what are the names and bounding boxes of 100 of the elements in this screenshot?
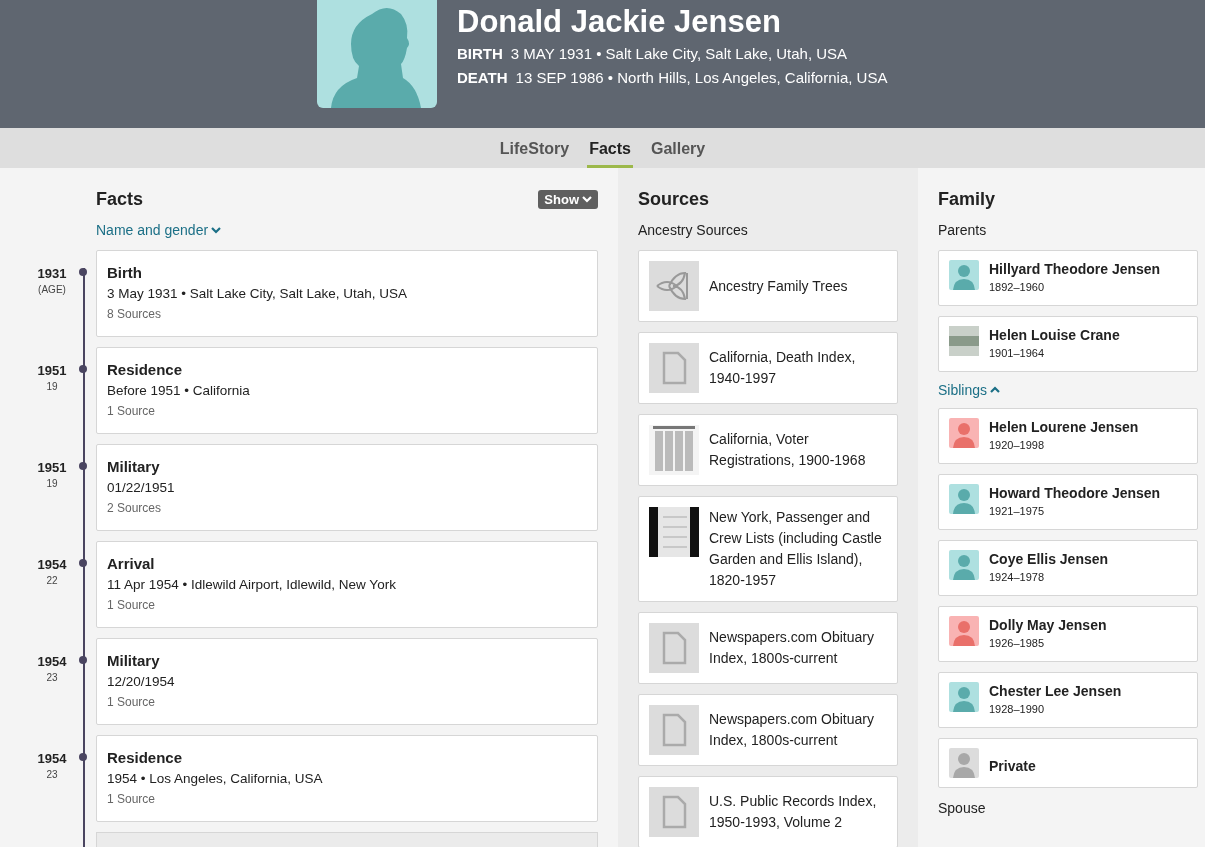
record-scan-thumbnail <box>649 507 699 557</box>
fact-title: Birth <box>107 263 143 283</box>
source-title: Newspapers.com Obituary Index, 1800s-current <box>709 710 875 750</box>
fact-detail: 12/20/1954 <box>107 673 176 691</box>
source-card[interactable]: California, Death Index, 1940-1997 <box>638 332 898 404</box>
fact-age: 23 <box>46 769 58 780</box>
fact-year: 1951 <box>37 460 67 475</box>
photo-placeholder <box>949 326 979 356</box>
source-count: 1 Source <box>107 597 157 614</box>
timeline-dot <box>79 656 87 664</box>
document-icon <box>649 623 699 673</box>
source-title: New York, Passenger and Crew Lists (including Castle Garden and Ellis Island), 1820-1957 <box>709 508 883 590</box>
male-avatar-icon <box>949 484 979 514</box>
nav-tab[interactable]: Gallery <box>648 128 708 168</box>
family-member-card[interactable]: Helen Lourene Jensen 1920–1998 <box>938 408 1198 464</box>
source-title: California, Death Index, 1940-1997 <box>709 348 857 388</box>
source-count: 8 Sources <box>107 306 163 323</box>
section-subtitle: Ancestry Sources <box>638 222 749 238</box>
chevron-down-icon <box>582 195 592 203</box>
fact-card[interactable]: Residence Before 1951 • California 1 Source <box>96 347 598 434</box>
life-years: 1901–1964 <box>989 346 1046 361</box>
document-icon <box>649 343 699 393</box>
section-title: Facts <box>96 188 144 210</box>
fact-title: Residence <box>107 748 184 768</box>
fact-title: Arrival <box>107 554 156 574</box>
source-title: California, Voter Registrations, 1900-1968 <box>709 430 867 470</box>
timeline-dot <box>79 268 87 276</box>
fact-age: 19 <box>46 381 58 392</box>
document-icon <box>649 705 699 755</box>
person-name: Helen Lourene Jensen <box>989 418 1139 436</box>
fact-title: Military <box>107 651 161 671</box>
person-name: Chester Lee Jensen <box>989 682 1122 700</box>
source-title: Newspapers.com Obituary Index, 1800s-current <box>709 628 875 668</box>
source-title: U.S. Public Records Index, 1950-1993, Volume 2 <box>709 792 878 832</box>
fact-card[interactable]: Birth 3 May 1931 • Salt Lake City, Salt Lake, Utah, USA 8 Sources <box>96 250 598 337</box>
siblings-toggle[interactable]: Siblings <box>938 382 1001 398</box>
person-name: Hillyard Theodore Jensen <box>989 260 1161 278</box>
filter-link[interactable]: Name and gender <box>96 222 222 238</box>
fact-year: 1931 <box>37 266 67 281</box>
fact-year: 1954 <box>37 751 67 766</box>
life-years: 1928–1990 <box>989 702 1046 717</box>
person-name: Donald Jackie Jensen <box>457 3 782 41</box>
family-member-card[interactable]: Howard Theodore Jensen 1921–1975 <box>938 474 1198 530</box>
group-label: Spouse <box>938 800 987 816</box>
event-label: DEATH <box>457 68 508 88</box>
female-avatar-icon <box>949 616 979 646</box>
section-title: Family <box>938 188 997 210</box>
source-card[interactable]: Newspapers.com Obituary Index, 1800s-current <box>638 694 898 766</box>
person-name: Dolly May Jensen <box>989 616 1107 634</box>
fact-detail: 1954 • Los Angeles, California, USA <box>107 770 324 788</box>
document-icon <box>649 787 699 837</box>
source-count: 1 Source <box>107 791 157 808</box>
nav-tab[interactable]: LifeStory <box>497 128 572 168</box>
person-name: Howard Theodore Jensen <box>989 484 1161 502</box>
fact-card[interactable]: Military 01/22/1951 2 Sources <box>96 444 598 531</box>
family-member-card[interactable]: Chester Lee Jensen 1928–1990 <box>938 672 1198 728</box>
source-card[interactable]: California, Voter Registrations, 1900-1968 <box>638 414 898 486</box>
source-card[interactable]: U.S. Public Records Index, 1950-1993, Volume 2 <box>638 776 898 847</box>
fact-age: 23 <box>46 672 58 683</box>
life-years: 1926–1985 <box>989 636 1046 651</box>
family-member-card[interactable]: Coye Ellis Jensen 1924–1978 <box>938 540 1198 596</box>
source-card[interactable]: Newspapers.com Obituary Index, 1800s-current <box>638 612 898 684</box>
person-name: Private <box>989 757 1036 775</box>
fact-detail: 11 Apr 1954 • Idlewild Airport, Idlewild, New York <box>107 576 397 594</box>
person-avatar-icon <box>949 748 979 778</box>
event-detail: 3 MAY 1931 • Salt Lake City, Salt Lake, Utah, USA <box>510 44 848 64</box>
fact-age: (AGE) <box>38 284 66 295</box>
male-avatar-icon <box>949 682 979 712</box>
section-title: Sources <box>638 188 711 210</box>
chevron-up-icon <box>990 386 1001 394</box>
fact-title: Residence <box>107 360 184 380</box>
timeline-dot <box>79 462 87 470</box>
family-member-card[interactable]: Hillyard Theodore Jensen 1892–1960 <box>938 250 1198 306</box>
family-member-card[interactable]: Private <box>938 738 1198 788</box>
fact-title: Military <box>107 457 161 477</box>
person-name: Coye Ellis Jensen <box>989 550 1109 568</box>
fact-detail: Before 1951 • California <box>107 382 251 400</box>
fact-detail: 3 May 1931 • Salt Lake City, Salt Lake, Utah, USA <box>107 285 409 303</box>
source-card[interactable]: New York, Passenger and Crew Lists (including Castle Garden and Ellis Island), 1820-1957 <box>638 496 898 602</box>
fact-card[interactable]: Military 12/20/1954 1 Source <box>96 638 598 725</box>
life-years: 1892–1960 <box>989 280 1046 295</box>
timeline-dot <box>79 365 87 373</box>
timeline-dot <box>79 753 87 761</box>
fact-age: 19 <box>46 478 58 489</box>
fact-year: 1954 <box>37 654 67 669</box>
source-card[interactable]: Ancestry Family Trees <box>638 250 898 322</box>
family-member-card[interactable]: Helen Louise Crane 1901–1964 <box>938 316 1198 372</box>
family-member-card[interactable]: Dolly May Jensen 1926–1985 <box>938 606 1198 662</box>
female-avatar-icon <box>949 418 979 448</box>
fact-card[interactable]: Arrival 11 Apr 1954 • Idlewild Airport, Idlewild, New York 1 Source <box>96 541 598 628</box>
source-count: 1 Source <box>107 694 157 711</box>
life-years: 1924–1978 <box>989 570 1046 585</box>
event-label: BIRTH <box>457 44 503 64</box>
fact-card[interactable]: Residence 1954 • Los Angeles, California, USA 1 Source <box>96 735 598 822</box>
fact-year: 1954 <box>37 557 67 572</box>
show-button[interactable]: Show <box>538 189 598 209</box>
event-detail: 13 SEP 1986 • North Hills, Los Angeles, California, USA <box>515 68 888 88</box>
group-label: Parents <box>938 222 988 238</box>
source-count: 1 Source <box>107 403 157 420</box>
leaf-icon <box>649 261 699 311</box>
